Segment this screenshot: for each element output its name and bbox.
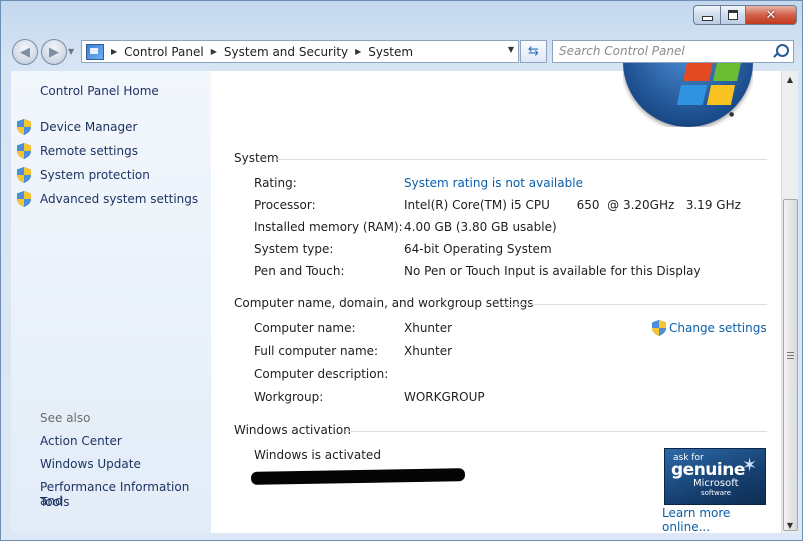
sidebar-item-device-manager[interactable]: Device Manager xyxy=(40,120,137,134)
genuine-microsoft: Microsoft xyxy=(693,478,739,489)
back-button[interactable]: ◀ xyxy=(12,39,38,65)
rating-label: Rating: xyxy=(254,176,297,190)
breadcrumb-control-panel[interactable]: Control Panel xyxy=(124,45,204,59)
breadcrumb-system[interactable]: System xyxy=(368,45,413,59)
see-also-heading: See also xyxy=(40,411,91,425)
workgroup-label: Workgroup: xyxy=(254,390,324,404)
maximize-button[interactable] xyxy=(721,5,746,25)
shield-icon xyxy=(17,119,31,135)
section-divider xyxy=(503,304,767,305)
genuine-word: genuine xyxy=(671,460,745,480)
pen-touch-value: No Pen or Touch Input is available for t… xyxy=(404,264,701,278)
change-settings-label[interactable]: Change settings xyxy=(669,321,767,335)
control-panel-icon xyxy=(86,43,104,60)
main-content: ● System Rating: System rating is not av… xyxy=(211,63,781,534)
sidebar-link-performance-tools[interactable]: Tools xyxy=(40,495,70,509)
sidebar-control-panel-home[interactable]: Control Panel Home xyxy=(40,84,159,98)
scroll-up-button[interactable]: ▲ xyxy=(782,71,798,87)
recent-pages-dropdown[interactable]: ▼ xyxy=(68,47,74,56)
chevron-right-icon[interactable]: ▶ xyxy=(111,47,117,56)
shield-icon xyxy=(17,191,31,207)
minimize-button[interactable] xyxy=(693,5,721,25)
sidebar-item-remote-settings[interactable]: Remote settings xyxy=(40,144,138,158)
workgroup-value: WORKGROUP xyxy=(404,390,485,404)
processor-label: Processor: xyxy=(254,198,316,212)
computer-description-label: Computer description: xyxy=(254,367,389,381)
sidebar-link-action-center[interactable]: Action Center xyxy=(40,434,122,448)
caption-buttons: ✕ xyxy=(693,5,797,25)
genuine-microsoft-badge[interactable]: ask for genuine ✶ Microsoft software xyxy=(664,448,766,505)
full-computer-name-value: Xhunter xyxy=(404,344,453,358)
section-divider xyxy=(277,159,767,160)
search-input[interactable] xyxy=(559,43,769,59)
activation-status: Windows is activated xyxy=(254,448,381,462)
computer-name-label: Computer name: xyxy=(254,321,356,335)
sidebar-item-system-protection[interactable]: System protection xyxy=(40,168,150,182)
search-icon[interactable] xyxy=(776,44,789,57)
section-computer-name-heading: Computer name, domain, and workgroup set… xyxy=(234,296,534,310)
forward-button[interactable]: ▶ xyxy=(41,39,67,65)
shield-icon xyxy=(17,143,31,159)
computer-name-value: Xhunter xyxy=(404,321,453,335)
full-computer-name-label: Full computer name: xyxy=(254,344,379,358)
genuine-software: software xyxy=(701,489,732,497)
section-activation-heading: Windows activation xyxy=(234,423,351,437)
system-type-label: System type: xyxy=(254,242,334,256)
section-system-heading: System xyxy=(234,151,279,165)
sidebar: Control Panel Home Device Manager Remote… xyxy=(11,71,211,533)
section-divider xyxy=(345,431,767,432)
sidebar-link-windows-update[interactable]: Windows Update xyxy=(40,457,141,471)
close-button[interactable]: ✕ xyxy=(746,5,797,25)
sidebar-item-advanced-system-settings[interactable]: Advanced system settings xyxy=(40,192,198,206)
breadcrumb: ▶ Control Panel ▶ System and Security ▶ … xyxy=(104,45,413,59)
change-settings-link[interactable]: Change settings xyxy=(652,320,767,336)
vertical-scrollbar[interactable]: ▲ ▼ xyxy=(781,71,798,533)
maximize-icon xyxy=(728,10,738,20)
search-box[interactable] xyxy=(552,40,794,63)
breadcrumb-system-and-security[interactable]: System and Security xyxy=(224,45,348,59)
minimize-icon xyxy=(701,15,713,21)
star-icon: ✶ xyxy=(742,455,758,476)
system-type-value: 64-bit Operating System xyxy=(404,242,552,256)
address-dropdown-icon[interactable]: ▼ xyxy=(508,45,514,54)
arrow-right-icon: ▶ xyxy=(49,44,59,60)
chevron-down-icon: ▼ xyxy=(786,520,794,530)
memory-value: 4.00 GB (3.80 GB usable) xyxy=(404,220,557,234)
window-frame: ✕ ◀ ▶ ▼ ▶ Control Panel ▶ System and Sec… xyxy=(0,0,803,541)
shield-icon xyxy=(652,320,666,336)
refresh-button[interactable]: ⇆ xyxy=(520,40,547,63)
chevron-right-icon[interactable]: ▶ xyxy=(355,47,361,56)
chevron-right-icon[interactable]: ▶ xyxy=(211,47,217,56)
scroll-down-button[interactable]: ▼ xyxy=(782,517,798,533)
refresh-icon: ⇆ xyxy=(528,44,539,59)
arrow-left-icon: ◀ xyxy=(20,44,30,60)
pen-touch-label: Pen and Touch: xyxy=(254,264,345,278)
processor-value: Intel(R) Core(TM) i5 CPU 650 @ 3.20GHz 3… xyxy=(404,198,741,212)
scroll-thumb[interactable] xyxy=(783,199,798,531)
shield-icon xyxy=(17,167,31,183)
chevron-down-icon: ▼ xyxy=(68,47,75,56)
close-icon: ✕ xyxy=(765,7,777,23)
rating-link[interactable]: System rating is not available xyxy=(404,176,583,190)
learn-more-link[interactable]: Learn more online... xyxy=(662,506,781,534)
registered-mark: ● xyxy=(729,111,735,118)
memory-label: Installed memory (RAM): xyxy=(254,220,403,234)
redacted-product-id xyxy=(250,468,466,485)
address-bar[interactable]: ▶ Control Panel ▶ System and Security ▶ … xyxy=(81,40,519,63)
chevron-up-icon: ▲ xyxy=(786,74,794,84)
